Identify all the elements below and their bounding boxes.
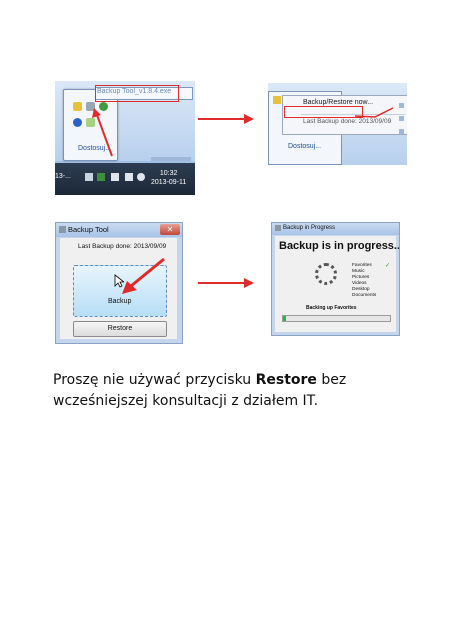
backup-item-list: Favorites Music Pictures Videos Desktop … [352, 263, 376, 299]
list-item: Documents [352, 293, 377, 298]
context-menu-screenshot: Dostosuj... Backup/Restore now... Last B… [268, 83, 407, 165]
progress-status: Backing up Favorites [306, 305, 357, 311]
caption-text: Proszę nie używać przycisku [53, 372, 256, 388]
window-client: Backup is in progress... Favorites Music… [275, 236, 399, 332]
check-icon: ✓ [385, 263, 391, 269]
customize-link[interactable]: Dostosuj... [288, 143, 321, 150]
title-bar: Backup in Progress [272, 223, 399, 235]
backup-progress-window: Backup in Progress Backup is in progress… [271, 222, 400, 336]
backup-tool-window: Backup Tool ✕ Last Backup done: 2013/09/… [55, 222, 183, 344]
progress-bar [282, 315, 391, 322]
flow-arrow-right [198, 278, 254, 288]
scroll-icon [399, 103, 404, 108]
underline-arrow [355, 107, 394, 118]
highlight-box [95, 85, 179, 102]
flow-arrow-right [198, 114, 254, 124]
restore-emphasis: Restore [255, 372, 317, 388]
highlight-box [284, 106, 363, 118]
shield-icon[interactable] [273, 96, 281, 104]
instruction-text: Proszę nie używać przycisku Restore bez … [53, 370, 413, 412]
app-icon [275, 225, 281, 231]
pointer-arrow [122, 257, 165, 294]
progress-heading: Backup is in progress... [279, 240, 400, 252]
window-title: Backup in Progress [283, 225, 336, 231]
scroll-icon [399, 116, 404, 121]
progress-fill [283, 316, 287, 321]
spinner-icon [315, 263, 337, 285]
scroll-icon [399, 129, 404, 134]
